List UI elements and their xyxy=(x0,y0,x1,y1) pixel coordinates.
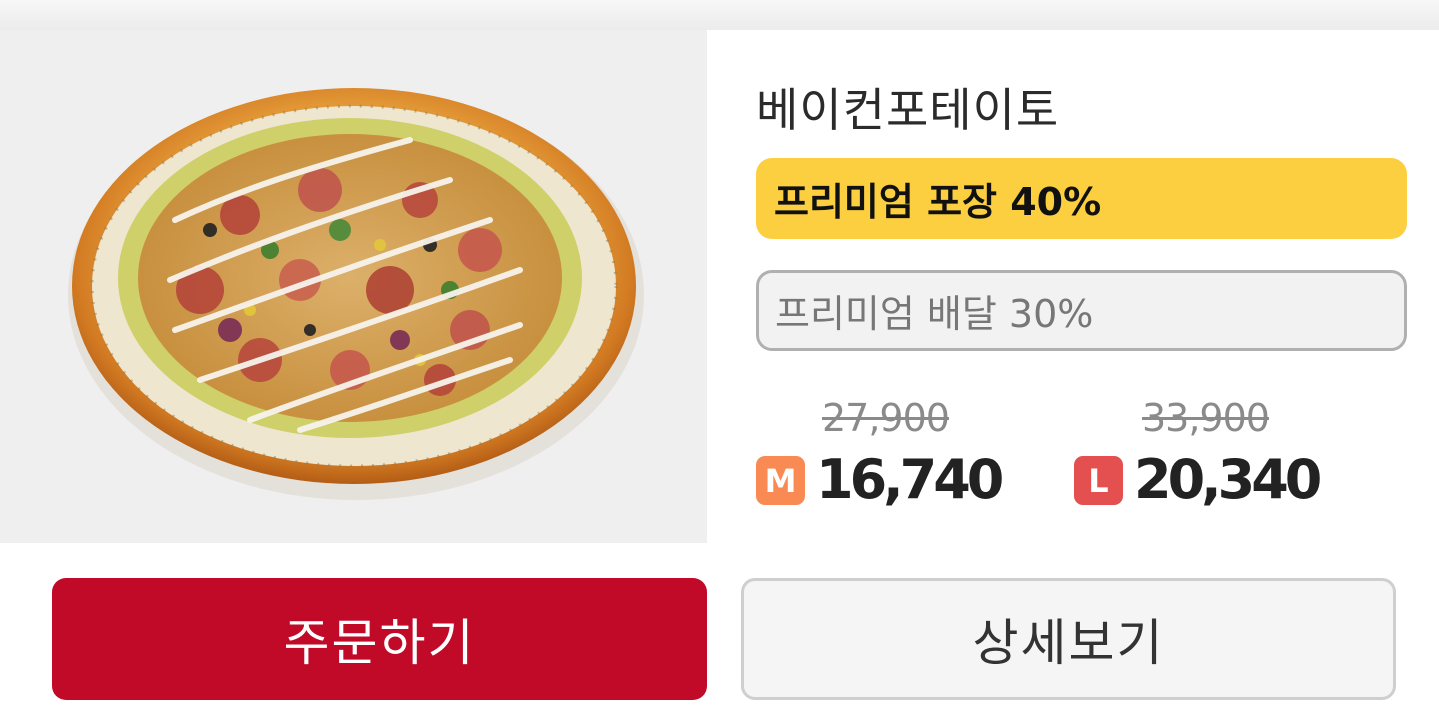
product-image-panel[interactable] xyxy=(0,30,707,543)
option-label: 프리미엄 포장 40% xyxy=(774,180,1102,224)
top-status-bar xyxy=(0,0,1439,30)
order-button[interactable]: 주문하기 xyxy=(52,578,707,700)
option-premium-delivery[interactable]: 프리미엄 배달 30% xyxy=(756,270,1407,351)
option-premium-pickup[interactable]: 프리미엄 포장 40% xyxy=(756,158,1407,239)
original-price: 27,900 xyxy=(822,396,950,440)
size-badge-l: L xyxy=(1074,456,1123,505)
sale-price: 16,740 xyxy=(816,448,1004,511)
detail-button[interactable]: 상세보기 xyxy=(741,578,1396,700)
size-badge-m: M xyxy=(756,456,805,505)
pizza-image xyxy=(68,88,644,500)
option-label: 프리미엄 배달 30% xyxy=(775,292,1094,336)
sale-price: 20,340 xyxy=(1134,448,1322,511)
original-price: 33,900 xyxy=(1142,396,1270,440)
product-title: 베이컨포테이토 xyxy=(756,83,1060,137)
